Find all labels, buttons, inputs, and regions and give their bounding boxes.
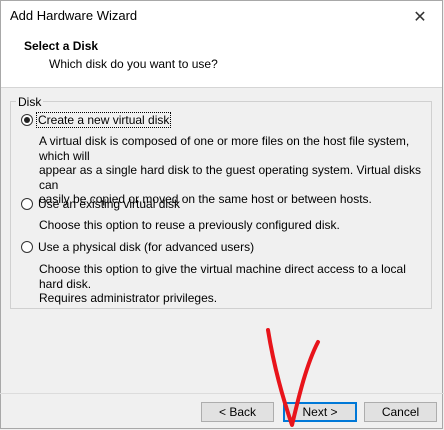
radio-use-physical-disk[interactable]: Use a physical disk (for advanced users) xyxy=(21,240,255,254)
desc-line: Choose this option to reuse a previously… xyxy=(39,218,340,232)
radio-create-new-disk[interactable]: Create a new virtual disk xyxy=(21,112,172,128)
radio-use-existing-disk[interactable]: Use an existing virtual disk xyxy=(21,197,181,211)
radio-button[interactable] xyxy=(21,241,33,253)
title-bar: Add Hardware Wizard ✕ xyxy=(1,1,442,32)
cancel-button[interactable]: Cancel xyxy=(364,402,437,422)
close-button[interactable]: ✕ xyxy=(398,1,442,32)
radio-label[interactable]: Use an existing virtual disk xyxy=(37,197,181,211)
radio-label[interactable]: Create a new virtual disk xyxy=(35,112,172,128)
radio-button[interactable] xyxy=(21,198,33,210)
wizard-header: Select a Disk Which disk do you want to … xyxy=(1,32,442,88)
radio-button-checked[interactable] xyxy=(21,114,33,126)
desc-line: appear as a single hard disk to the gues… xyxy=(39,163,421,192)
desc-line: Requires administrator privileges. xyxy=(39,291,218,305)
option-description: A virtual disk is composed of one or mor… xyxy=(39,134,431,207)
page-title: Select a Disk xyxy=(24,39,99,53)
desc-line: Choose this option to give the virtual m… xyxy=(39,262,406,291)
radio-label[interactable]: Use a physical disk (for advanced users) xyxy=(37,240,255,254)
next-button[interactable]: Next > xyxy=(283,402,357,422)
option-description: Choose this option to reuse a previously… xyxy=(39,218,431,233)
page-subtitle: Which disk do you want to use? xyxy=(49,57,218,71)
back-button[interactable]: < Back xyxy=(201,402,274,422)
option-description: Choose this option to give the virtual m… xyxy=(39,262,431,306)
close-icon: ✕ xyxy=(413,8,427,26)
disk-group-legend: Disk xyxy=(16,95,44,109)
desc-line: A virtual disk is composed of one or mor… xyxy=(39,134,410,163)
footer-divider xyxy=(0,393,444,394)
window-title: Add Hardware Wizard xyxy=(10,8,138,23)
